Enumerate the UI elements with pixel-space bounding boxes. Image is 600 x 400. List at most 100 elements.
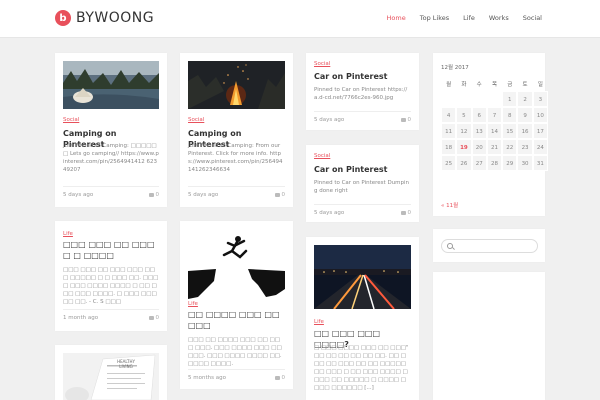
calendar-day: 2 bbox=[517, 91, 533, 107]
comment-count[interactable]: 0 bbox=[274, 375, 285, 381]
post-title[interactable]: □□□ □□□ □□ □□□ □ □ □□□□ bbox=[63, 239, 159, 261]
post-card: Social Camping on Pinterest Just Pinned … bbox=[55, 53, 167, 207]
calendar-day: 18 bbox=[441, 139, 457, 155]
calendar-weekday: 목 bbox=[491, 82, 498, 88]
calendar-title: 12월 2017 bbox=[441, 65, 469, 71]
nav-top-likes[interactable]: Top Likes bbox=[420, 14, 449, 22]
post-category[interactable]: Social bbox=[314, 61, 330, 67]
comment-icon bbox=[400, 211, 406, 215]
calendar-day: 9 bbox=[517, 107, 533, 123]
comment-icon bbox=[274, 193, 280, 197]
post-excerpt: Pinned to Car on Pinterest https://a.d-c… bbox=[314, 87, 408, 101]
comment-count[interactable]: 0 bbox=[400, 210, 411, 216]
nav-home[interactable]: Home bbox=[387, 14, 406, 22]
calendar-day: 4 bbox=[441, 107, 457, 123]
calendar-weekday: 토 bbox=[522, 82, 528, 88]
post-thumbnail[interactable] bbox=[314, 245, 411, 309]
calendar-day: 22 bbox=[502, 139, 518, 155]
calendar-day: 30 bbox=[517, 155, 533, 171]
post-category[interactable]: Social bbox=[314, 153, 330, 159]
post-thumbnail[interactable]: HEALTHY LIVING bbox=[63, 353, 159, 400]
logo-icon: b bbox=[55, 10, 71, 26]
post-card: Life □□ □□□ □□□ □□□□? □ □□□ □□□□ □□□ □□ … bbox=[306, 237, 419, 400]
comment-icon bbox=[148, 316, 154, 320]
site-logo[interactable]: b BYWOONG bbox=[55, 10, 154, 26]
calendar-weekday: 월 bbox=[446, 82, 452, 88]
calendar-day: 24 bbox=[532, 139, 548, 155]
calendar-day: 21 bbox=[486, 139, 503, 155]
post-category[interactable]: Social bbox=[63, 117, 79, 123]
comment-count[interactable]: 0 bbox=[274, 192, 285, 198]
post-footer: 5 days ago 0 bbox=[314, 204, 411, 218]
post-card: Social Camping on Pinterest Just Pinned … bbox=[180, 53, 293, 207]
calendar-day: 14 bbox=[486, 123, 503, 139]
post-card: HEALTHY LIVING bbox=[55, 345, 167, 400]
search-input[interactable] bbox=[441, 239, 538, 253]
post-footer: 1 month ago 0 bbox=[63, 309, 159, 323]
post-date: 5 days ago bbox=[188, 192, 219, 198]
calendar-day: 23 bbox=[517, 139, 533, 155]
post-category[interactable]: Life bbox=[188, 301, 198, 307]
site-name: BYWOONG bbox=[76, 10, 155, 26]
calendar-day: 15 bbox=[502, 123, 518, 139]
calendar-empty-cell bbox=[441, 91, 457, 107]
post-footer: 5 days ago 0 bbox=[63, 186, 159, 200]
post-excerpt: Pinned to Car on Pinterest Dumping done … bbox=[314, 180, 410, 194]
calendar-weekday: 수 bbox=[476, 82, 482, 88]
comment-count[interactable]: 0 bbox=[148, 192, 159, 198]
post-date: 5 days ago bbox=[314, 210, 345, 216]
post-title[interactable]: □□ □□□□ □□□ □□ □□□ bbox=[188, 309, 285, 331]
nav-life[interactable]: Life bbox=[463, 14, 475, 22]
calendar-grid: 월 화 수 목 금 토 일 1 2 3 4 5 6 7 8 9 10 11 12 13 14 15 16 17 18 19 20 21… bbox=[441, 79, 548, 171]
calendar-empty-cell bbox=[456, 91, 472, 107]
calendar-day: 20 bbox=[471, 139, 487, 155]
post-excerpt: □□□ □□□ □□ □□□ □□□ □□□ □□□□□ □ □ □□□ □□.… bbox=[63, 267, 159, 305]
post-thumbnail[interactable] bbox=[63, 61, 159, 109]
calendar-day: 10 bbox=[532, 107, 548, 123]
search-widget bbox=[433, 229, 545, 262]
comment-icon bbox=[400, 118, 406, 122]
post-category[interactable]: Life bbox=[314, 319, 324, 325]
calendar-day: 3 bbox=[532, 91, 548, 107]
post-title[interactable]: Car on Pinterest bbox=[314, 164, 411, 175]
comment-icon bbox=[148, 193, 154, 197]
calendar-day: 13 bbox=[471, 123, 487, 139]
nav-social[interactable]: Social bbox=[523, 14, 542, 22]
post-excerpt: □□□ □□ □□□□ □□□ □□ □□□ □□□. □□□ □□□□ □□□… bbox=[188, 337, 282, 367]
calendar-day: 8 bbox=[502, 107, 518, 123]
comment-count[interactable]: 0 bbox=[148, 315, 159, 321]
post-category[interactable]: Social bbox=[188, 117, 204, 123]
calendar-day: 5 bbox=[456, 107, 472, 123]
calendar-day: 1 bbox=[502, 91, 518, 107]
calendar-day: 31 bbox=[532, 155, 548, 171]
post-card: Life □□□ □□□ □□ □□□ □ □ □□□□ □□□ □□□ □□ … bbox=[55, 221, 167, 331]
post-excerpt: Just Pinned to Camping: From our Pintere… bbox=[188, 143, 283, 173]
post-date: 1 month ago bbox=[63, 315, 99, 321]
post-footer: 5 months ago 0 bbox=[188, 369, 285, 383]
calendar-weekday: 일 bbox=[537, 82, 543, 88]
comment-icon bbox=[274, 376, 280, 380]
post-title[interactable]: Car on Pinterest bbox=[314, 71, 411, 82]
calendar-day: 19 bbox=[456, 139, 472, 155]
post-thumbnail[interactable] bbox=[188, 229, 285, 301]
site-header: b BYWOONG Home Top Likes Life Works Soci… bbox=[0, 0, 600, 38]
post-card: Life □□ □□□□ □□□ □□ □□□ □□□ □□ □□□□ □□□ … bbox=[180, 221, 293, 389]
comment-count[interactable]: 0 bbox=[400, 117, 411, 123]
calendar-day: 29 bbox=[502, 155, 518, 171]
calendar-day: 26 bbox=[456, 155, 472, 171]
calendar-day: 7 bbox=[486, 107, 503, 123]
post-card: Social Car on Pinterest Pinned to Car on… bbox=[306, 145, 419, 222]
calendar-day: 11 bbox=[441, 123, 457, 139]
nav-works[interactable]: Works bbox=[489, 14, 509, 22]
post-footer: 5 days ago 0 bbox=[314, 111, 411, 125]
search-icon bbox=[447, 243, 453, 249]
calendar-day: 25 bbox=[441, 155, 457, 171]
calendar-prev-link[interactable]: « 11월 bbox=[441, 201, 458, 209]
post-thumbnail[interactable] bbox=[188, 61, 285, 109]
calendar-day: 27 bbox=[471, 155, 487, 171]
calendar-day: 6 bbox=[471, 107, 487, 123]
sidebar-widget bbox=[433, 272, 545, 400]
post-category[interactable]: Life bbox=[63, 231, 73, 237]
post-excerpt: Just Pinned to Camping: □□□□□□ Lets go c… bbox=[63, 143, 159, 173]
calendar-day: 16 bbox=[517, 123, 533, 139]
